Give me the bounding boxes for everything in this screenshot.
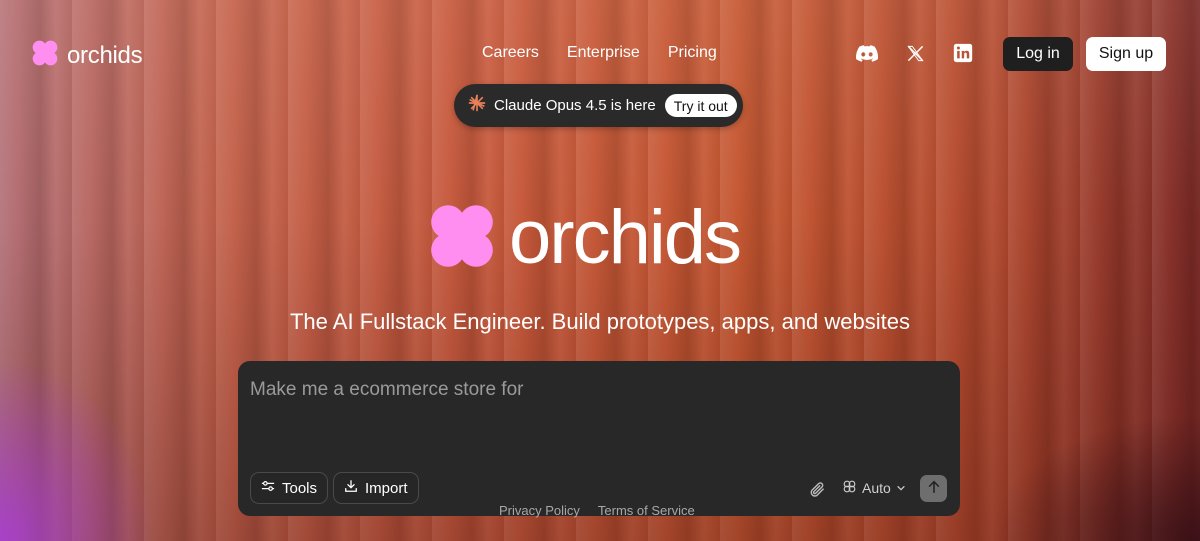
try-it-out-button[interactable]: Try it out (664, 94, 737, 117)
nav-enterprise[interactable]: Enterprise (567, 44, 640, 62)
download-icon (344, 479, 358, 497)
model-icon (842, 479, 857, 497)
hero-wordmark: orchids (509, 195, 742, 280)
announcement-text: Claude Opus 4.5 is here (494, 97, 656, 114)
send-button[interactable] (920, 475, 947, 502)
nav-pricing[interactable]: Pricing (668, 44, 717, 62)
paperclip-icon[interactable] (807, 479, 827, 499)
prompt-input[interactable] (250, 379, 948, 439)
brand-name: orchids (67, 41, 143, 69)
claude-star-icon (468, 94, 486, 117)
tools-label: Tools (282, 479, 318, 497)
orchids-hero-logo-icon (427, 201, 497, 276)
import-button[interactable]: Import (333, 472, 419, 504)
tools-button[interactable]: Tools (250, 472, 329, 504)
import-label: Import (365, 479, 408, 497)
announcement-pill[interactable]: Claude Opus 4.5 is here Try it out (454, 84, 743, 127)
arrow-up-icon (927, 480, 941, 497)
discord-icon[interactable] (856, 42, 878, 64)
main-nav: Careers Enterprise Pricing (482, 44, 717, 62)
orchids-logo-icon (31, 39, 59, 72)
prompt-box: Tools Import Auto (238, 361, 960, 516)
brand[interactable]: orchids (31, 39, 143, 72)
linkedin-icon[interactable] (952, 42, 974, 64)
signup-button[interactable]: Sign up (1086, 37, 1166, 71)
privacy-policy-link[interactable]: Privacy Policy (499, 503, 580, 518)
x-icon[interactable] (904, 42, 926, 64)
terms-of-service-link[interactable]: Terms of Service (598, 503, 695, 518)
hero-tagline: The AI Fullstack Engineer. Build prototy… (289, 309, 911, 334)
nav-careers[interactable]: Careers (482, 44, 539, 62)
chevron-down-icon (896, 480, 906, 496)
model-selector[interactable]: Auto (842, 478, 906, 498)
model-label: Auto (862, 480, 891, 496)
social-links (856, 42, 974, 64)
footer-links: Privacy Policy Terms of Service (499, 503, 695, 518)
hero-logo: orchids (427, 195, 742, 280)
login-button[interactable]: Log in (1003, 37, 1073, 71)
sliders-icon (261, 479, 275, 497)
